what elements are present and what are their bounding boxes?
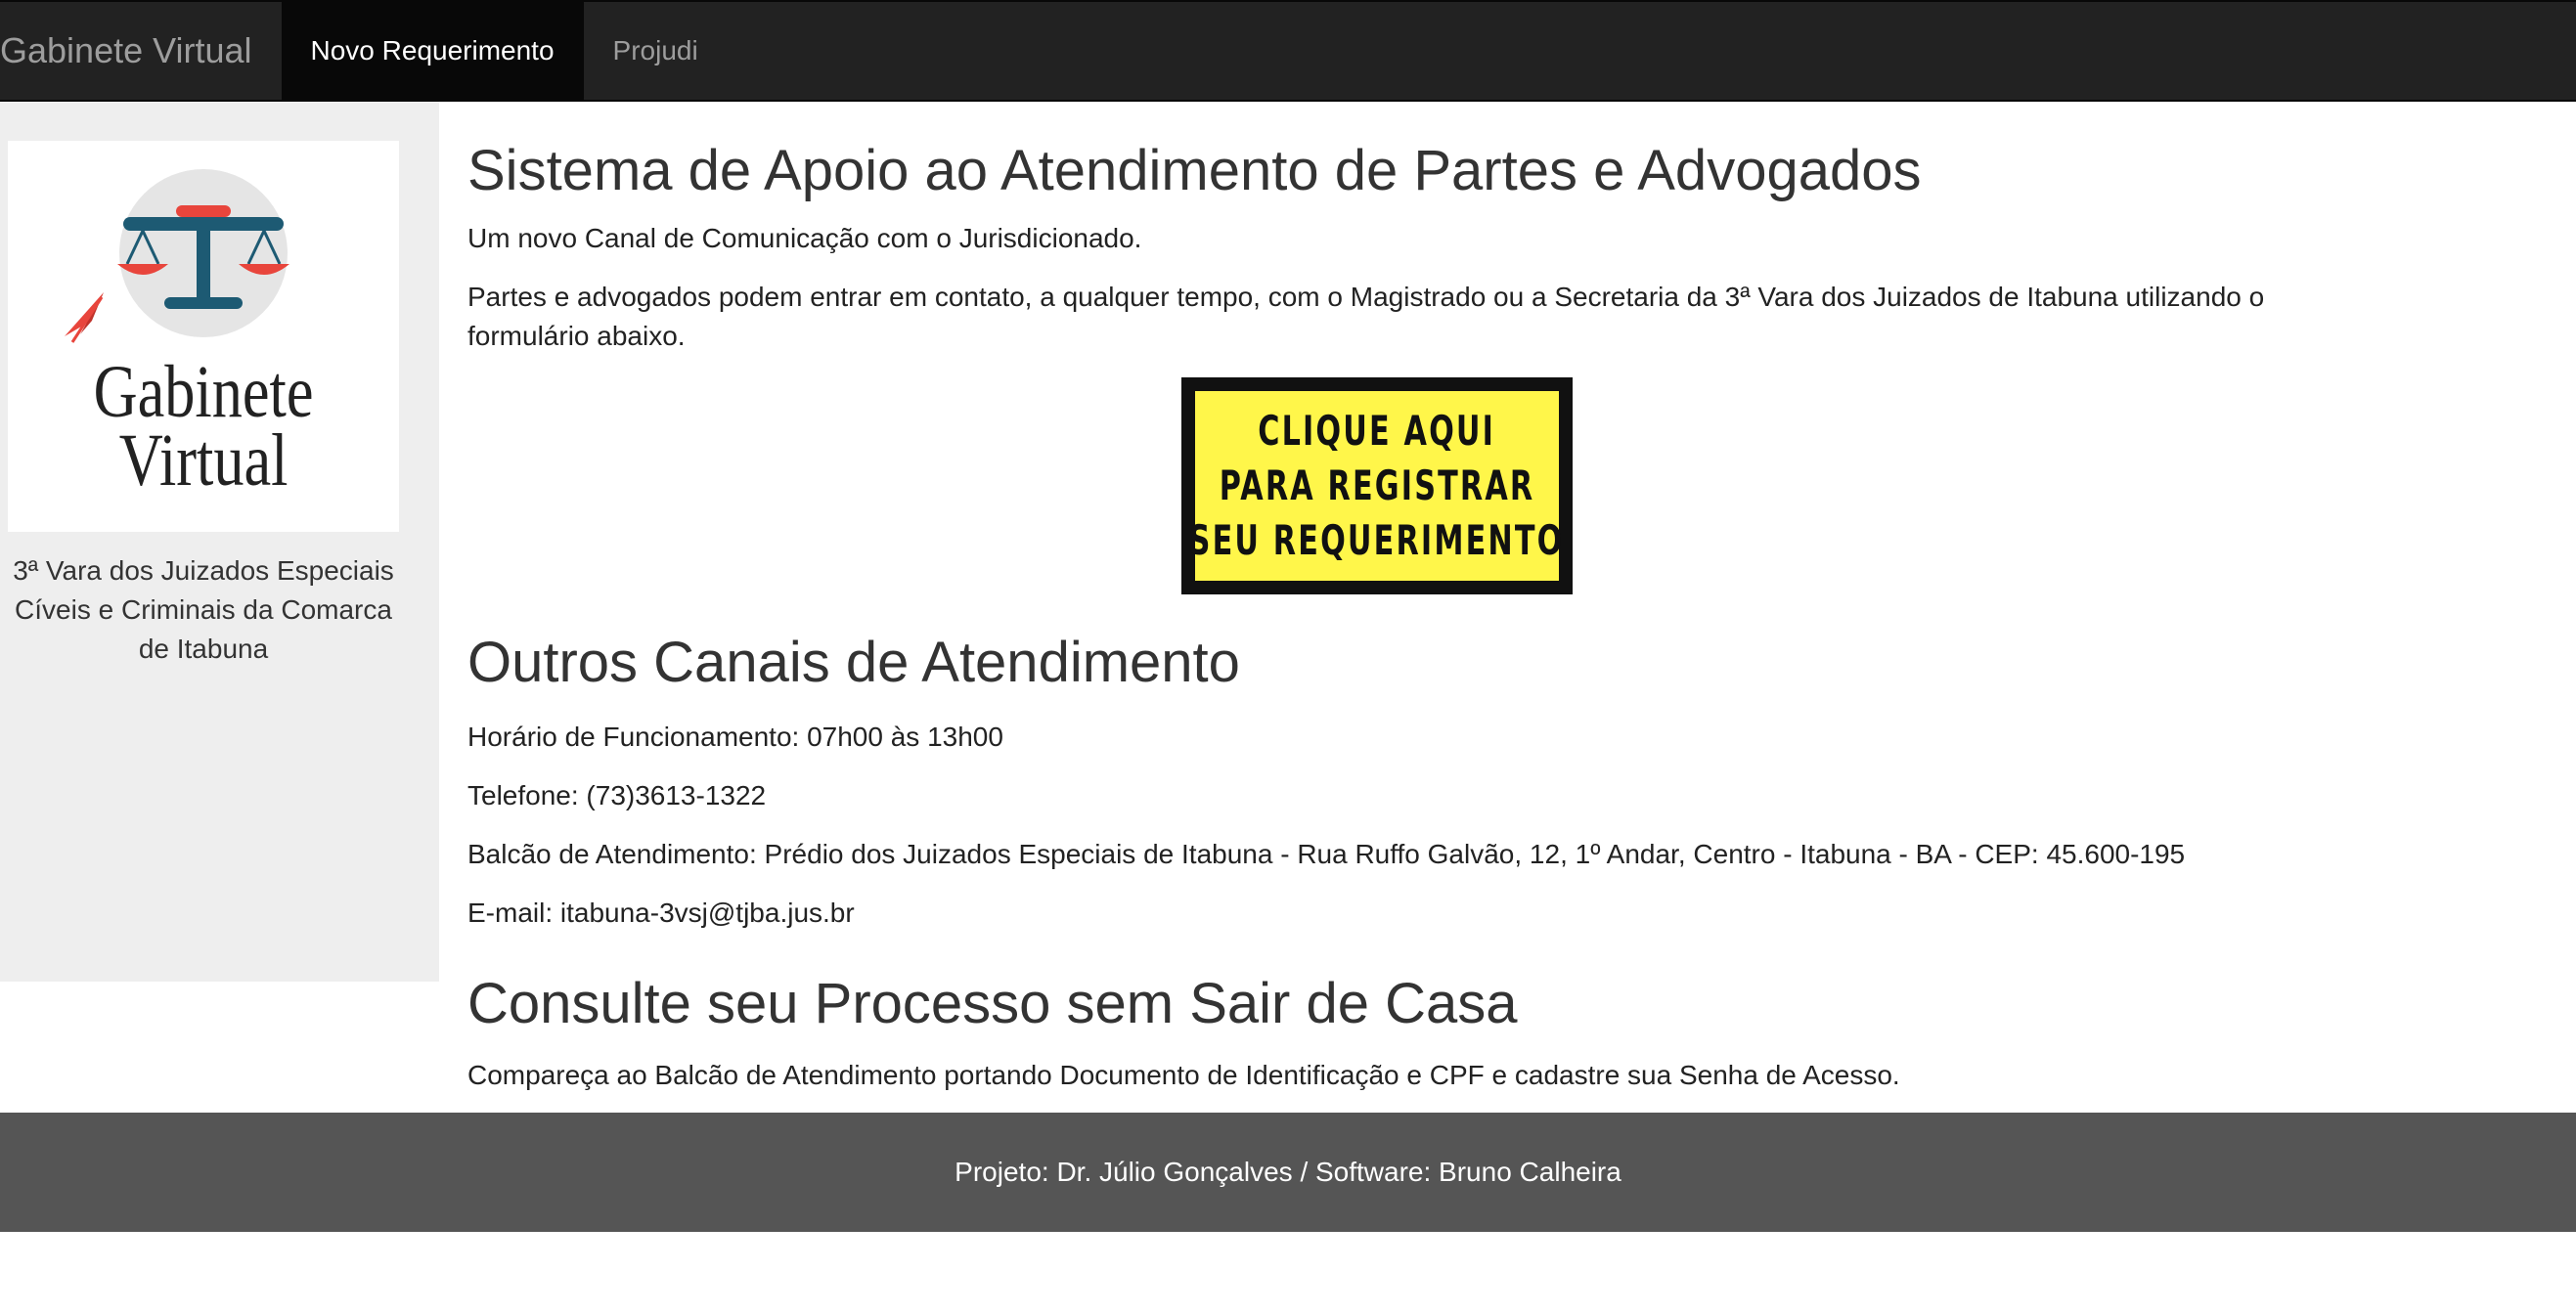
gabinete-virtual-logo: Gabinete Virtual: [8, 141, 399, 532]
footer: Projeto: Dr. Júlio Gonçalves / Software:…: [0, 1113, 2576, 1232]
page-title: Sistema de Apoio ao Atendimento de Parte…: [467, 139, 1922, 202]
register-request-banner: CLIQUE AQUI PARA REGISTRAR SEU REQUERIME…: [1189, 391, 1563, 581]
email-address: E-mail: itabuna-3vsj@tjba.jus.br: [467, 898, 855, 928]
nav-item-novo-requerimento[interactable]: Novo Requerimento: [281, 2, 584, 100]
intro-text: Um novo Canal de Comunicação com o Juris…: [467, 223, 1142, 253]
other-channels-heading: Outros Canais de Atendimento: [467, 631, 1240, 694]
consult-process-heading: Consulte seu Processo sem Sair de Casa: [467, 972, 1518, 1035]
cta-line-1: CLIQUE AQUI: [1258, 407, 1496, 455]
phone-number: Telefone: (73)3613-1322: [467, 780, 767, 810]
top-navbar: Gabinete Virtual Novo Requerimento Proju…: [0, 0, 2576, 102]
cta-line-2: PARA REGISTRAR: [1219, 461, 1535, 509]
scales-of-justice-icon: Gabinete Virtual: [65, 169, 314, 502]
brand-link[interactable]: Gabinete Virtual: [0, 2, 282, 100]
nav-item-projudi[interactable]: Projudi: [584, 2, 728, 100]
consult-process-text: Compareça ao Balcão de Atendimento porta…: [467, 1060, 1900, 1090]
sidebar: Gabinete Virtual 3ª Vara dos Juizados Es…: [0, 102, 439, 982]
court-name: 3ª Vara dos Juizados Especiais Cíveis e …: [13, 555, 394, 664]
register-request-button[interactable]: CLIQUE AQUI PARA REGISTRAR SEU REQUERIME…: [1181, 377, 1573, 594]
footer-credits: Projeto: Dr. Júlio Gonçalves / Software:…: [955, 1157, 1621, 1187]
office-hours: Horário de Funcionamento: 07h00 às 13h00: [467, 722, 1003, 752]
service-counter-address: Balcão de Atendimento: Prédio dos Juizad…: [467, 839, 2186, 869]
description-text: Partes e advogados podem entrar em conta…: [467, 282, 2265, 351]
logo-text-virtual: Virtual: [119, 419, 289, 502]
cta-line-3: SEU REQUERIMENTO: [1189, 516, 1565, 564]
